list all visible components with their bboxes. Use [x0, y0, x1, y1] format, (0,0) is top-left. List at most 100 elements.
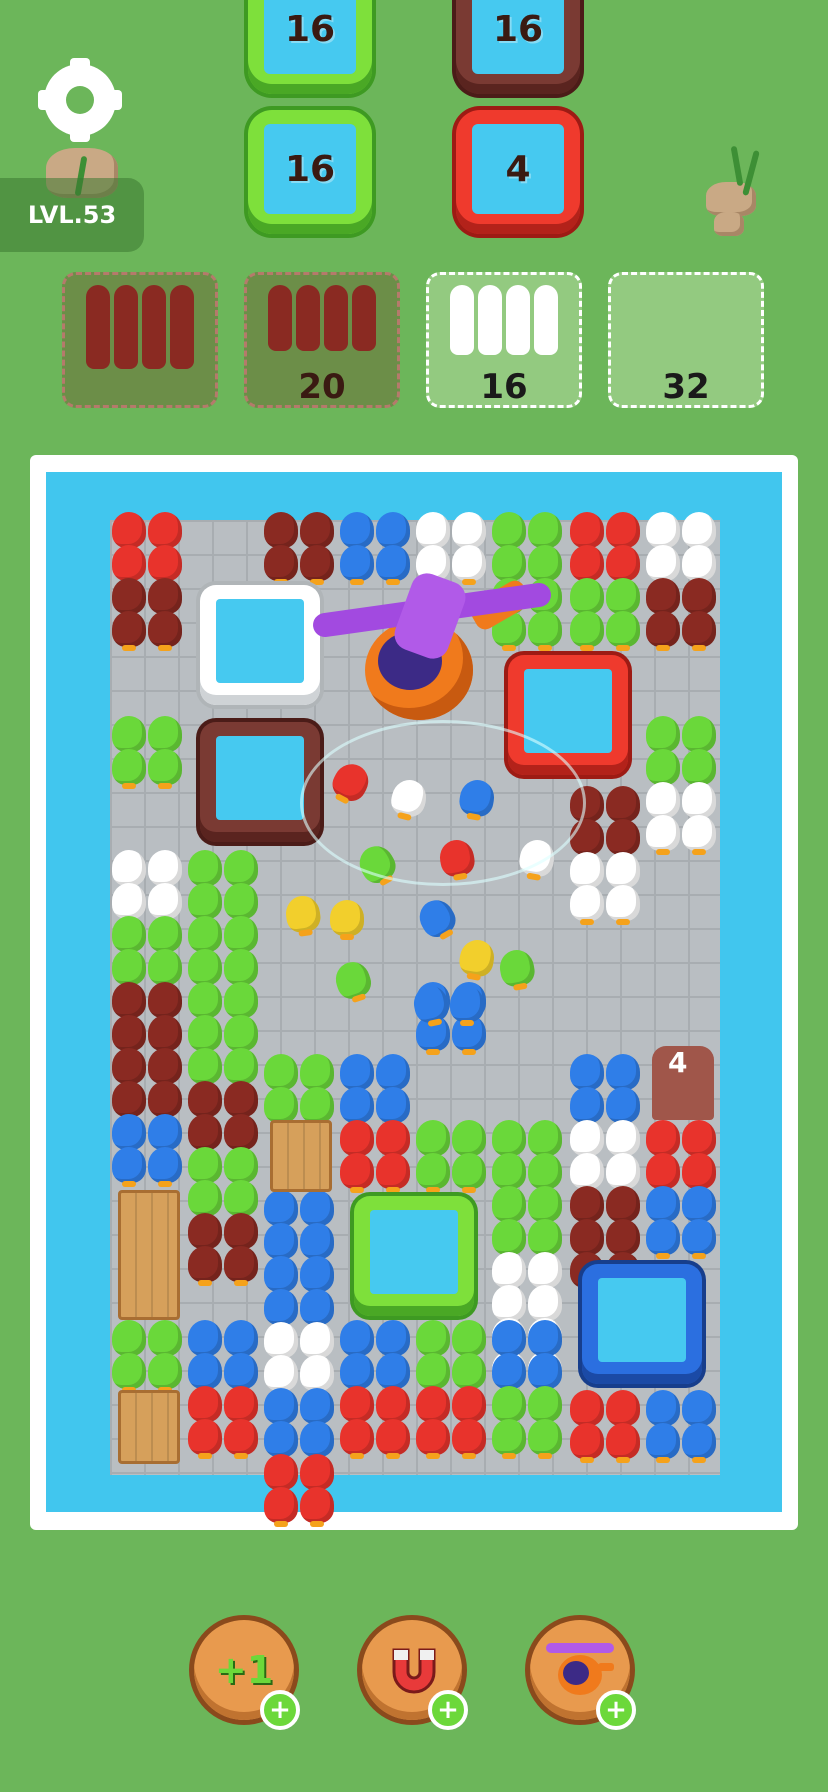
add-booster-plus-icon[interactable]: +: [596, 1690, 636, 1730]
duck: [416, 1353, 450, 1393]
holding-slot-4[interactable]: 32: [608, 272, 764, 408]
box-green[interactable]: [354, 1196, 474, 1316]
duck: [224, 949, 258, 989]
duck-stack: [450, 285, 474, 355]
top-crate-green-2[interactable]: 16: [248, 110, 372, 234]
flying-duck: [450, 986, 484, 1026]
duck-stack: [170, 285, 194, 369]
duck: [416, 1386, 450, 1426]
duck: [224, 1081, 258, 1121]
duck: [528, 545, 562, 585]
duck: [570, 512, 604, 552]
duck: [224, 982, 258, 1022]
duck: [188, 1246, 222, 1286]
duck: [528, 1419, 562, 1459]
duck: [224, 1246, 258, 1286]
duck: [148, 883, 182, 923]
duck: [188, 1015, 222, 1055]
duck: [492, 1320, 526, 1360]
helicopter-booster-button[interactable]: +: [530, 1620, 636, 1730]
duck: [112, 1320, 146, 1360]
add-booster-plus-icon[interactable]: +: [428, 1690, 468, 1730]
duck: [148, 949, 182, 989]
box-blue[interactable]: [582, 1264, 702, 1384]
duck: [528, 1285, 562, 1325]
duck: [148, 578, 182, 618]
box-maroon[interactable]: [200, 722, 320, 842]
duck: [376, 1386, 410, 1426]
duck: [300, 1054, 334, 1094]
holding-slot-1[interactable]: [62, 272, 218, 408]
duck: [606, 1423, 640, 1463]
magnet-booster-button[interactable]: +: [362, 1620, 468, 1730]
duck: [188, 1353, 222, 1393]
duck: [570, 1153, 604, 1193]
top-crate-red[interactable]: 4: [456, 110, 580, 234]
duck: [188, 949, 222, 989]
duck: [606, 819, 640, 859]
duck: [416, 1120, 450, 1160]
duck: [452, 1153, 486, 1193]
crate-count: 16: [284, 148, 336, 190]
duck: [112, 749, 146, 789]
duck: [264, 1454, 298, 1494]
duck: [570, 1186, 604, 1226]
duck: [528, 1252, 562, 1292]
duck: [264, 1487, 298, 1527]
duck: [416, 1419, 450, 1459]
duck: [570, 1390, 604, 1430]
level-badge: LVL.53: [0, 178, 144, 252]
duck: [606, 1153, 640, 1193]
duck: [528, 611, 562, 651]
duck: [646, 611, 680, 651]
duck: [188, 1419, 222, 1459]
duck: [682, 545, 716, 585]
add-booster-plus-icon[interactable]: +: [260, 1690, 300, 1730]
settings-gear-icon[interactable]: [38, 58, 122, 142]
duck: [224, 1048, 258, 1088]
duck: [148, 1015, 182, 1055]
duck: [188, 982, 222, 1022]
duck: [682, 1219, 716, 1259]
duck: [340, 1087, 374, 1127]
duck: [416, 512, 450, 552]
duck: [492, 1419, 526, 1459]
crate-count: 16: [492, 8, 544, 50]
duck: [300, 1223, 334, 1263]
holding-slot-2[interactable]: 20: [244, 272, 400, 408]
duck: [224, 916, 258, 956]
duck-stack: [86, 285, 110, 369]
duck: [492, 545, 526, 585]
duck: [340, 1153, 374, 1193]
duck: [646, 749, 680, 789]
duck: [646, 716, 680, 756]
duck: [646, 1390, 680, 1430]
duck: [606, 1054, 640, 1094]
top-crate-green-1[interactable]: 16: [248, 0, 372, 94]
duck: [188, 916, 222, 956]
duck: [300, 1487, 334, 1527]
duck: [492, 1186, 526, 1226]
add-slot-booster-button[interactable]: +1 +: [194, 1620, 300, 1730]
grass-tuft: [730, 145, 744, 187]
duck: [682, 782, 716, 822]
magnet-icon: [392, 1648, 436, 1694]
duck: [264, 1256, 298, 1296]
duck: [646, 1423, 680, 1463]
duck: [112, 1147, 146, 1187]
duck-stack: [534, 285, 558, 355]
holding-slot-3[interactable]: 16: [426, 272, 582, 408]
duck: [300, 1087, 334, 1127]
duck: [646, 815, 680, 855]
duck: [682, 1153, 716, 1193]
duck: [188, 1048, 222, 1088]
duck: [188, 883, 222, 923]
duck: [264, 545, 298, 585]
duck: [300, 1421, 334, 1461]
wooden-crate: [118, 1190, 180, 1320]
top-crate-maroon[interactable]: 16: [456, 0, 580, 94]
box-white[interactable]: [200, 585, 320, 705]
duck: [264, 1190, 298, 1230]
duck: [224, 883, 258, 923]
duck: [112, 716, 146, 756]
